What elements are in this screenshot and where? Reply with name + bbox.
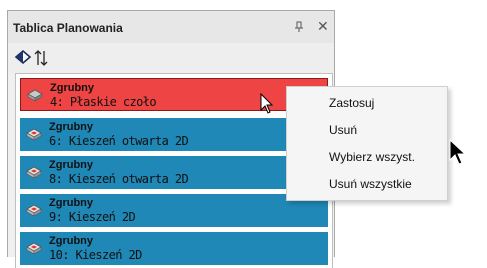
operation-icon <box>26 127 42 141</box>
close-icon[interactable]: ✕ <box>317 18 329 35</box>
operation-detail: 6: Kieszeń otwarta 2D <box>49 134 189 148</box>
panel-toolbar <box>8 43 334 73</box>
operation-icon <box>26 203 42 217</box>
operation-name: Zgrubny <box>49 121 93 133</box>
operation-detail: 10: Kieszeń 2D <box>49 248 142 262</box>
panel-titlebar[interactable]: Tablica Planowania ✕ <box>8 11 334 43</box>
sort-icon[interactable] <box>34 49 48 72</box>
pin-icon[interactable] <box>294 21 304 36</box>
operation-item[interactable]: Zgrubny 9: Kieszeń 2D <box>20 194 328 227</box>
mouse-cursor-icon <box>260 92 274 120</box>
operation-detail: 9: Kieszeń 2D <box>49 210 136 224</box>
operation-item[interactable]: Zgrubny 4: Płaskie czoło <box>20 78 328 111</box>
operation-name: Zgrubny <box>50 82 94 94</box>
operation-icon <box>27 88 43 102</box>
operation-detail: 8: Kieszeń otwarta 2D <box>49 172 189 186</box>
operation-name: Zgrubny <box>49 159 93 171</box>
operation-item[interactable]: Zgrubny 10: Kieszeń 2D <box>20 232 328 265</box>
operation-name: Zgrubny <box>49 197 93 209</box>
operation-item[interactable]: Zgrubny 6: Kieszeń otwarta 2D <box>20 118 328 151</box>
menu-item-apply[interactable]: Zastosuj <box>329 96 374 110</box>
panel-title: Tablica Planowania <box>13 21 123 35</box>
operation-item[interactable]: Zgrubny 8: Kieszeń otwarta 2D <box>20 156 328 189</box>
operation-name: Zgrubny <box>49 235 93 247</box>
diamond-icon[interactable] <box>14 49 32 70</box>
menu-item-delete[interactable]: Usuń <box>329 123 357 137</box>
mouse-pointer-icon <box>448 138 468 171</box>
operation-detail: 4: Płaskie czoło <box>50 95 157 109</box>
context-menu: Zastosuj Usuń Wybierz wszyst. Usuń wszys… <box>286 86 448 201</box>
menu-item-delete-all[interactable]: Usuń wszystkie <box>329 177 412 191</box>
operation-icon <box>26 165 42 179</box>
operation-icon <box>26 241 42 255</box>
menu-item-select-all[interactable]: Wybierz wszyst. <box>329 150 415 164</box>
